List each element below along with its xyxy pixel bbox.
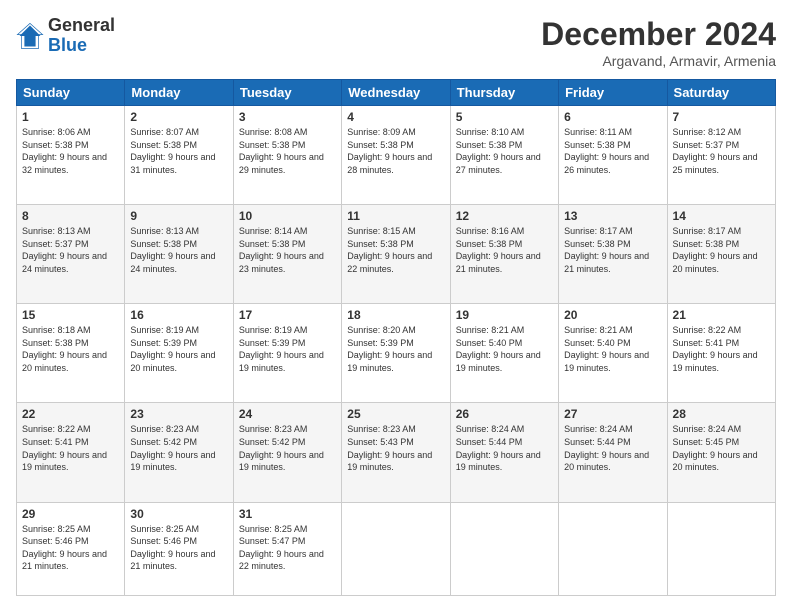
empty-cell <box>667 502 775 595</box>
list-item: 16 Sunrise: 8:19 AMSunset: 5:39 PMDaylig… <box>125 304 233 403</box>
title-block: December 2024 Argavand, Armavir, Armenia <box>541 16 776 69</box>
col-wednesday: Wednesday <box>342 80 450 106</box>
list-item: 20 Sunrise: 8:21 AMSunset: 5:40 PMDaylig… <box>559 304 667 403</box>
col-thursday: Thursday <box>450 80 558 106</box>
list-item: 25 Sunrise: 8:23 AMSunset: 5:43 PMDaylig… <box>342 403 450 502</box>
list-item: 6 Sunrise: 8:11 AMSunset: 5:38 PMDayligh… <box>559 106 667 205</box>
list-item: 13 Sunrise: 8:17 AMSunset: 5:38 PMDaylig… <box>559 205 667 304</box>
list-item: 17 Sunrise: 8:19 AMSunset: 5:39 PMDaylig… <box>233 304 341 403</box>
location-subtitle: Argavand, Armavir, Armenia <box>541 53 776 69</box>
logo: General Blue <box>16 16 115 56</box>
table-row: 15 Sunrise: 8:18 AMSunset: 5:38 PMDaylig… <box>17 304 776 403</box>
header: General Blue December 2024 Argavand, Arm… <box>16 16 776 69</box>
header-row: Sunday Monday Tuesday Wednesday Thursday… <box>17 80 776 106</box>
calendar-table: Sunday Monday Tuesday Wednesday Thursday… <box>16 79 776 596</box>
list-item: 7 Sunrise: 8:12 AMSunset: 5:37 PMDayligh… <box>667 106 775 205</box>
list-item: 19 Sunrise: 8:21 AMSunset: 5:40 PMDaylig… <box>450 304 558 403</box>
empty-cell <box>450 502 558 595</box>
table-row: 22 Sunrise: 8:22 AMSunset: 5:41 PMDaylig… <box>17 403 776 502</box>
month-title: December 2024 <box>541 16 776 53</box>
list-item: 27 Sunrise: 8:24 AMSunset: 5:44 PMDaylig… <box>559 403 667 502</box>
col-sunday: Sunday <box>17 80 125 106</box>
list-item: 23 Sunrise: 8:23 AMSunset: 5:42 PMDaylig… <box>125 403 233 502</box>
table-row: 8 Sunrise: 8:13 AMSunset: 5:37 PMDayligh… <box>17 205 776 304</box>
calendar: Sunday Monday Tuesday Wednesday Thursday… <box>16 79 776 596</box>
list-item: 26 Sunrise: 8:24 AMSunset: 5:44 PMDaylig… <box>450 403 558 502</box>
table-row: 1 Sunrise: 8:06 AMSunset: 5:38 PMDayligh… <box>17 106 776 205</box>
list-item: 14 Sunrise: 8:17 AMSunset: 5:38 PMDaylig… <box>667 205 775 304</box>
col-tuesday: Tuesday <box>233 80 341 106</box>
list-item: 10 Sunrise: 8:14 AMSunset: 5:38 PMDaylig… <box>233 205 341 304</box>
empty-cell <box>559 502 667 595</box>
col-friday: Friday <box>559 80 667 106</box>
list-item: 31 Sunrise: 8:25 AMSunset: 5:47 PMDaylig… <box>233 502 341 595</box>
col-monday: Monday <box>125 80 233 106</box>
list-item: 4 Sunrise: 8:09 AMSunset: 5:38 PMDayligh… <box>342 106 450 205</box>
list-item: 22 Sunrise: 8:22 AMSunset: 5:41 PMDaylig… <box>17 403 125 502</box>
logo-general: General <box>48 16 115 36</box>
list-item: 30 Sunrise: 8:25 AMSunset: 5:46 PMDaylig… <box>125 502 233 595</box>
list-item: 1 Sunrise: 8:06 AMSunset: 5:38 PMDayligh… <box>17 106 125 205</box>
list-item: 12 Sunrise: 8:16 AMSunset: 5:38 PMDaylig… <box>450 205 558 304</box>
table-row: 29 Sunrise: 8:25 AMSunset: 5:46 PMDaylig… <box>17 502 776 595</box>
list-item: 29 Sunrise: 8:25 AMSunset: 5:46 PMDaylig… <box>17 502 125 595</box>
list-item: 21 Sunrise: 8:22 AMSunset: 5:41 PMDaylig… <box>667 304 775 403</box>
empty-cell <box>342 502 450 595</box>
page: General Blue December 2024 Argavand, Arm… <box>0 0 792 612</box>
list-item: 15 Sunrise: 8:18 AMSunset: 5:38 PMDaylig… <box>17 304 125 403</box>
list-item: 8 Sunrise: 8:13 AMSunset: 5:37 PMDayligh… <box>17 205 125 304</box>
list-item: 5 Sunrise: 8:10 AMSunset: 5:38 PMDayligh… <box>450 106 558 205</box>
list-item: 3 Sunrise: 8:08 AMSunset: 5:38 PMDayligh… <box>233 106 341 205</box>
col-saturday: Saturday <box>667 80 775 106</box>
list-item: 2 Sunrise: 8:07 AMSunset: 5:38 PMDayligh… <box>125 106 233 205</box>
list-item: 11 Sunrise: 8:15 AMSunset: 5:38 PMDaylig… <box>342 205 450 304</box>
logo-text: General Blue <box>48 16 115 56</box>
list-item: 9 Sunrise: 8:13 AMSunset: 5:38 PMDayligh… <box>125 205 233 304</box>
list-item: 18 Sunrise: 8:20 AMSunset: 5:39 PMDaylig… <box>342 304 450 403</box>
logo-icon <box>16 22 44 50</box>
list-item: 28 Sunrise: 8:24 AMSunset: 5:45 PMDaylig… <box>667 403 775 502</box>
logo-blue: Blue <box>48 36 115 56</box>
list-item: 24 Sunrise: 8:23 AMSunset: 5:42 PMDaylig… <box>233 403 341 502</box>
